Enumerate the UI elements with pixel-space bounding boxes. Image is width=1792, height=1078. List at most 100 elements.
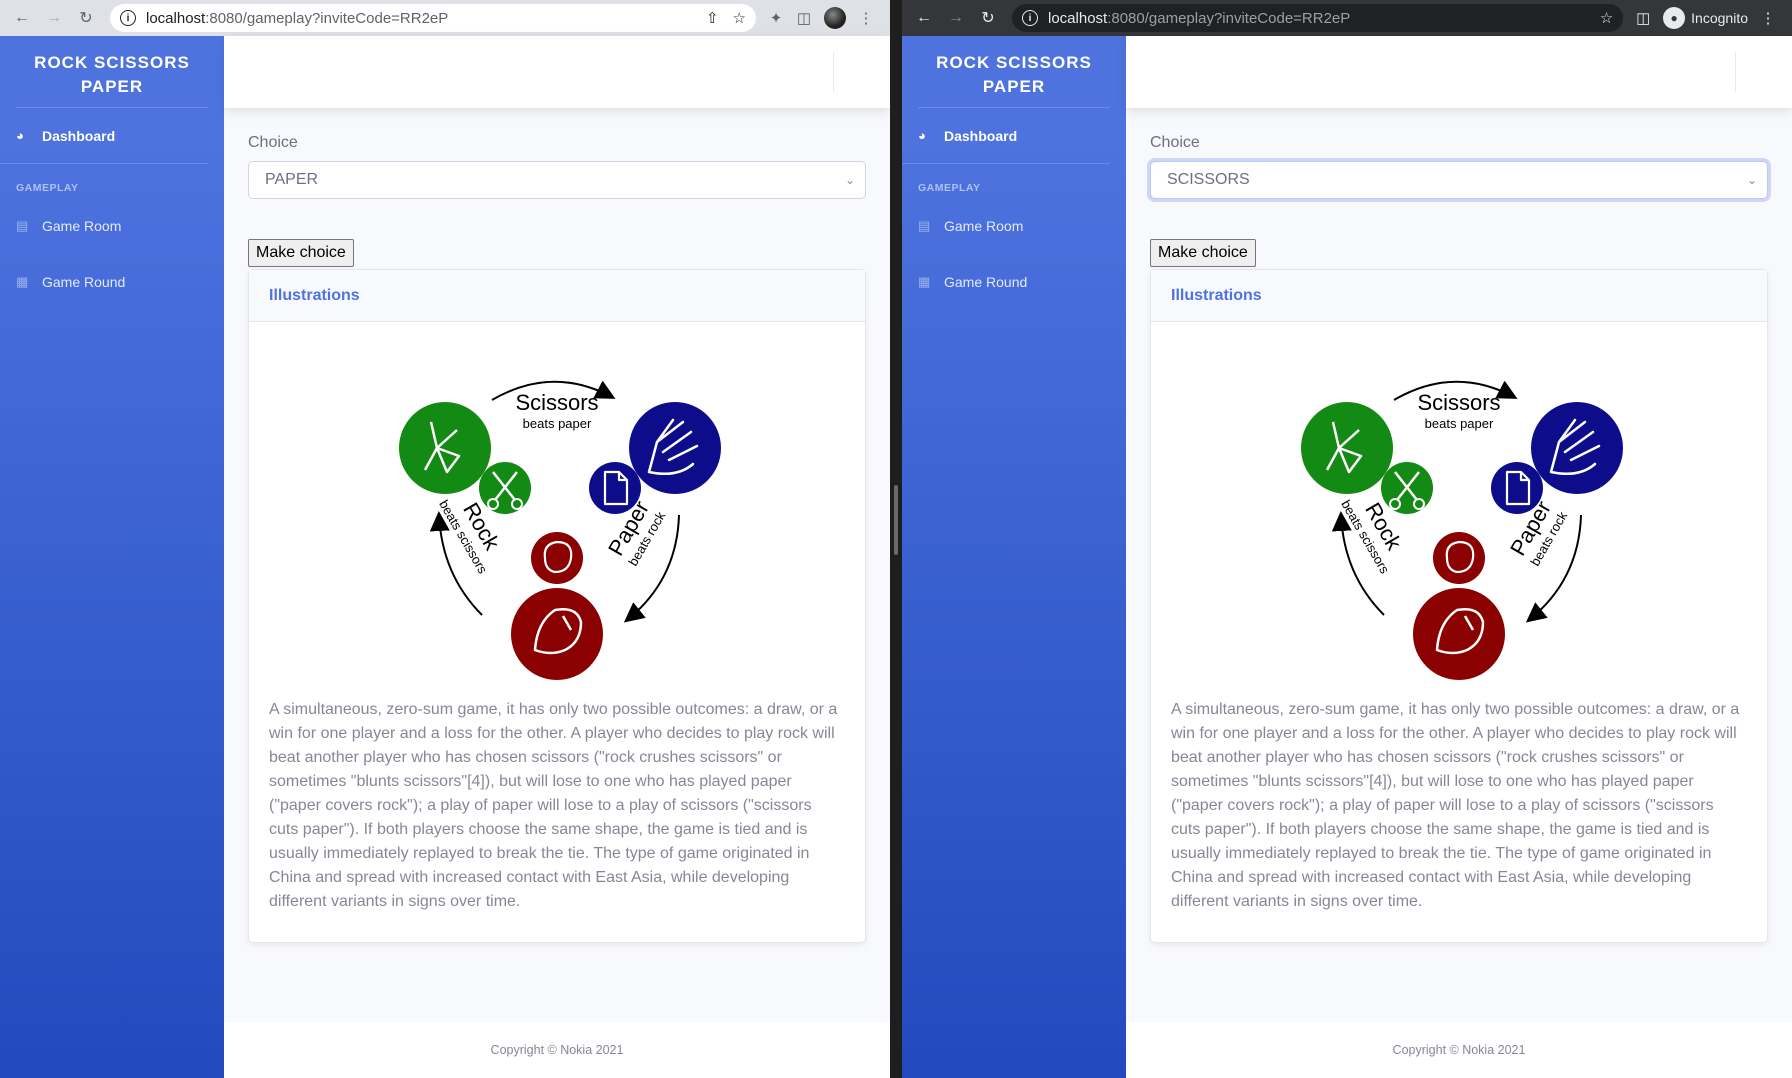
sidebar-item-game-room[interactable]: ▤ Game Room	[0, 198, 224, 254]
rock-stone-icon	[1433, 532, 1485, 584]
choice-select[interactable]: SCISSORS ⌄	[1150, 161, 1768, 199]
choice-label: Choice	[1150, 134, 1200, 151]
rps-illustration: Scissors beats paper Rock beats scissors…	[1301, 380, 1623, 680]
tachometer-icon: ◕	[16, 128, 24, 143]
url-host: localhost	[1048, 9, 1108, 27]
sidebar-brand[interactable]: ROCK SCISSORS PAPER	[16, 36, 208, 108]
choice-label: Choice	[248, 134, 298, 151]
extensions-icon[interactable]: ✦	[762, 4, 790, 32]
main-content: Choice PAPER ⌄ Make choice Illustrations	[224, 36, 890, 1078]
reload-icon[interactable]: ↻	[74, 6, 98, 30]
illustrations-card: Illustrations Scissors beats paper Rock …	[1150, 269, 1768, 943]
chart-area-icon: ▤	[918, 218, 931, 233]
window-divider[interactable]	[890, 0, 902, 1078]
scissors-hand-icon	[1301, 402, 1393, 494]
choice-select[interactable]: PAPER ⌄	[248, 161, 866, 199]
sidebar-item-label: Game Room	[944, 218, 1024, 234]
choice-select-value: SCISSORS	[1167, 171, 1250, 188]
sidebar: ROCK SCISSORS PAPER ◕ Dashboard GAMEPLAY…	[0, 36, 224, 1078]
table-icon: ▦	[918, 274, 931, 289]
app-page: ROCK SCISSORS PAPER ◕ Dashboard GAMEPLAY…	[902, 36, 1792, 1078]
card-title: Illustrations	[249, 270, 865, 322]
chart-area-icon: ▤	[16, 218, 29, 233]
choice-form: Choice SCISSORS ⌄ Make choice Illustrati…	[1126, 134, 1792, 943]
scissors-hand-icon	[399, 402, 491, 494]
main-content: Choice SCISSORS ⌄ Make choice Illustrati…	[1126, 36, 1792, 1078]
url-path: :8080/gameplay?inviteCode=RR2eP	[205, 9, 449, 27]
make-choice-button[interactable]: Make choice	[248, 239, 354, 267]
topbar	[224, 36, 890, 108]
card-title: Illustrations	[1151, 270, 1767, 322]
url-text[interactable]: localhost:8080/gameplay?inviteCode=RR2eP	[146, 10, 692, 27]
description-text: A simultaneous, zero-sum game, it has on…	[1171, 701, 1740, 910]
make-choice-button[interactable]: Make choice	[1150, 239, 1256, 267]
back-icon[interactable]: ←	[10, 6, 34, 30]
illustrations-card: Illustrations Scissors beats paper Rock …	[248, 269, 866, 943]
topbar-divider	[1735, 52, 1736, 92]
scissors-sublabel: beats paper	[523, 416, 592, 431]
rps-illustration: Scissors beats paper Rock beats scissors…	[399, 380, 721, 680]
sidebar-brand[interactable]: ROCK SCISSORS PAPER	[918, 36, 1110, 108]
back-icon[interactable]: ←	[912, 6, 936, 30]
incognito-label: Incognito	[1691, 10, 1748, 26]
sidebar-item-dashboard[interactable]: ◕ Dashboard	[902, 108, 1110, 164]
paper-hand-icon	[629, 402, 721, 494]
address-bar[interactable]: i localhost:8080/gameplay?inviteCode=RR2…	[1012, 4, 1624, 32]
sidebar: ROCK SCISSORS PAPER ◕ Dashboard GAMEPLAY…	[902, 36, 1126, 1078]
forward-icon[interactable]: →	[944, 6, 968, 30]
incognito-badge[interactable]: ● Incognito	[1663, 7, 1748, 29]
side-panel-icon[interactable]: ◫	[1629, 4, 1657, 32]
profile-avatar[interactable]	[824, 7, 846, 29]
scissors-label: Scissors	[515, 390, 598, 415]
rock-fist-icon	[1413, 588, 1505, 680]
menu-kebab-icon[interactable]: ⋮	[852, 4, 880, 32]
sidebar-item-game-room[interactable]: ▤ Game Room	[902, 198, 1126, 254]
rock-fist-icon	[511, 588, 603, 680]
bookmark-star-icon[interactable]: ☆	[1600, 9, 1613, 27]
choice-form: Choice PAPER ⌄ Make choice Illustrations	[224, 134, 890, 943]
sidebar-item-game-round[interactable]: ▦ Game Round	[0, 254, 224, 310]
browser-toolbar: ← → ↻ i localhost:8080/gameplay?inviteCo…	[0, 0, 890, 36]
table-icon: ▦	[16, 274, 29, 289]
menu-kebab-icon[interactable]: ⋮	[1754, 4, 1782, 32]
url-path: :8080/gameplay?inviteCode=RR2eP	[1107, 9, 1351, 27]
rock-stone-icon	[531, 532, 583, 584]
reload-icon[interactable]: ↻	[976, 6, 1000, 30]
card-body: Scissors beats paper Rock beats scissors…	[249, 322, 865, 942]
divider-grip[interactable]	[894, 485, 898, 555]
share-icon[interactable]: ⇧	[706, 9, 719, 27]
sidebar-item-label: Game Room	[42, 218, 122, 234]
scissors-label: Scissors	[1417, 390, 1500, 415]
forward-icon[interactable]: →	[42, 6, 66, 30]
app-page: ROCK SCISSORS PAPER ◕ Dashboard GAMEPLAY…	[0, 36, 890, 1078]
chevron-down-icon: ⌄	[844, 173, 855, 187]
site-info-icon[interactable]: i	[1022, 10, 1038, 26]
screen: ← → ↻ i localhost:8080/gameplay?inviteCo…	[0, 0, 1792, 1078]
url-text[interactable]: localhost:8080/gameplay?inviteCode=RR2eP	[1048, 10, 1586, 27]
paper-hand-icon	[1531, 402, 1623, 494]
sidebar-item-dashboard[interactable]: ◕ Dashboard	[0, 108, 208, 164]
topbar	[1126, 36, 1792, 108]
chevron-down-icon: ⌄	[1746, 173, 1757, 187]
browser-window-left: ← → ↻ i localhost:8080/gameplay?inviteCo…	[0, 0, 890, 1078]
sidebar-item-label: Game Round	[944, 274, 1028, 290]
tachometer-icon: ◕	[918, 128, 926, 143]
side-panel-icon[interactable]: ◫	[790, 4, 818, 32]
sidebar-item-label: Game Round	[42, 274, 126, 290]
address-bar[interactable]: i localhost:8080/gameplay?inviteCode=RR2…	[110, 4, 756, 32]
footer-copyright: Copyright © Nokia 2021	[224, 1022, 890, 1078]
sidebar-heading: GAMEPLAY	[16, 182, 79, 194]
browser-window-right: ← → ↻ i localhost:8080/gameplay?inviteCo…	[902, 0, 1792, 1078]
sidebar-item-label: Dashboard	[944, 127, 1018, 144]
scissors-sublabel: beats paper	[1425, 416, 1494, 431]
incognito-icon: ●	[1663, 7, 1686, 29]
bookmark-star-icon[interactable]: ☆	[733, 9, 746, 27]
description-text: A simultaneous, zero-sum game, it has on…	[269, 701, 838, 910]
site-info-icon[interactable]: i	[120, 10, 136, 26]
footer-copyright: Copyright © Nokia 2021	[1126, 1022, 1792, 1078]
sidebar-item-game-round[interactable]: ▦ Game Round	[902, 254, 1126, 310]
sidebar-heading: GAMEPLAY	[918, 182, 981, 194]
card-body: Scissors beats paper Rock beats scissors…	[1151, 322, 1767, 942]
choice-select-value: PAPER	[265, 171, 319, 188]
sidebar-item-label: Dashboard	[42, 127, 116, 144]
